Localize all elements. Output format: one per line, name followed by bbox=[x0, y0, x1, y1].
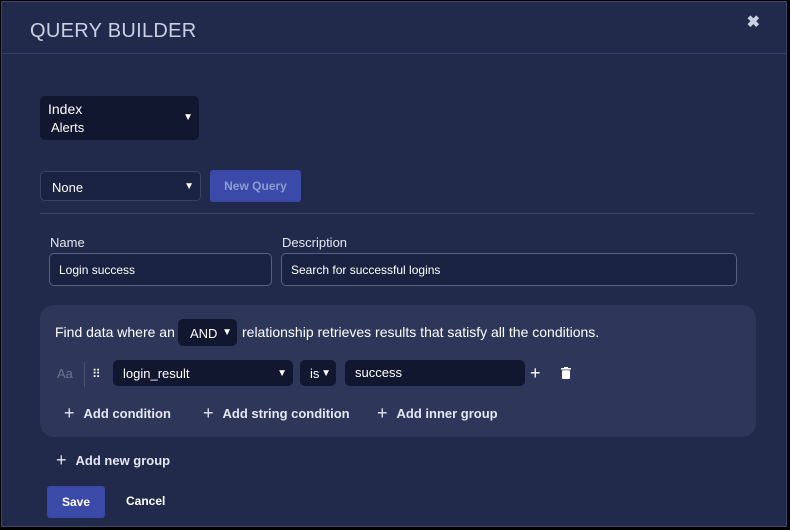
index-select-label: Index bbox=[48, 101, 83, 117]
plus-icon: + bbox=[377, 403, 388, 423]
query-builder-modal: QUERY BUILDER ✖ Index Alerts ▼ None ▼ Ne… bbox=[1, 1, 787, 527]
description-field[interactable]: Search for successful logins bbox=[281, 253, 737, 286]
trash-icon[interactable] bbox=[561, 367, 571, 379]
add-new-group-button[interactable]: + Add new group bbox=[56, 451, 170, 469]
drag-handle-icon[interactable]: ⠿ bbox=[92, 367, 101, 381]
add-condition-button[interactable]: + Add condition bbox=[64, 404, 171, 422]
index-select[interactable]: Index Alerts ▼ bbox=[40, 96, 199, 140]
operator-select[interactable]: AND ▼ bbox=[178, 319, 237, 346]
operator-value: AND bbox=[190, 326, 218, 341]
add-string-condition-button[interactable]: + Add string condition bbox=[203, 404, 350, 422]
save-button[interactable]: Save bbox=[47, 486, 105, 518]
name-label: Name bbox=[50, 235, 85, 250]
case-sensitivity-toggle[interactable]: Aa bbox=[57, 366, 73, 381]
add-new-group-label: Add new group bbox=[75, 452, 171, 468]
group-text-after: relationship retrieves results that sati… bbox=[242, 324, 600, 340]
description-label: Description bbox=[282, 235, 348, 250]
caret-down-icon: ▼ bbox=[183, 112, 193, 123]
caret-down-icon: ▼ bbox=[222, 327, 232, 338]
add-row-icon[interactable]: + bbox=[530, 364, 541, 382]
cancel-button[interactable]: Cancel bbox=[126, 494, 165, 508]
condition-value-input[interactable]: success bbox=[345, 360, 525, 386]
saved-query-value: None bbox=[52, 180, 84, 195]
saved-query-select[interactable]: None ▼ bbox=[40, 171, 201, 201]
field-select[interactable]: login_result ▼ bbox=[113, 360, 293, 386]
add-string-condition-label: Add string condition bbox=[222, 405, 350, 421]
index-select-value: Alerts bbox=[51, 120, 85, 135]
divider bbox=[40, 213, 754, 214]
condition-group: Find data where an AND ▼ relationship re… bbox=[40, 305, 756, 437]
plus-icon: + bbox=[56, 450, 67, 470]
field-select-value: login_result bbox=[123, 366, 190, 381]
add-inner-group-button[interactable]: + Add inner group bbox=[377, 404, 498, 422]
plus-icon: + bbox=[64, 403, 75, 423]
modal-header: QUERY BUILDER ✖ bbox=[2, 2, 786, 54]
new-query-button[interactable]: New Query bbox=[210, 170, 301, 202]
plus-icon: + bbox=[203, 403, 214, 423]
modal-title: QUERY BUILDER bbox=[30, 20, 197, 42]
add-inner-group-label: Add inner group bbox=[396, 405, 498, 421]
caret-down-icon: ▼ bbox=[321, 368, 331, 379]
caret-down-icon: ▼ bbox=[184, 181, 194, 192]
add-condition-label: Add condition bbox=[83, 405, 171, 421]
name-field[interactable]: Login success bbox=[49, 253, 272, 286]
close-icon[interactable]: ✖ bbox=[747, 12, 760, 32]
divider bbox=[84, 362, 85, 387]
caret-down-icon: ▼ bbox=[277, 368, 287, 379]
comparator-value: is bbox=[310, 366, 320, 381]
comparator-select[interactable]: is ▼ bbox=[300, 360, 336, 386]
group-text-before: Find data where an bbox=[55, 324, 175, 340]
